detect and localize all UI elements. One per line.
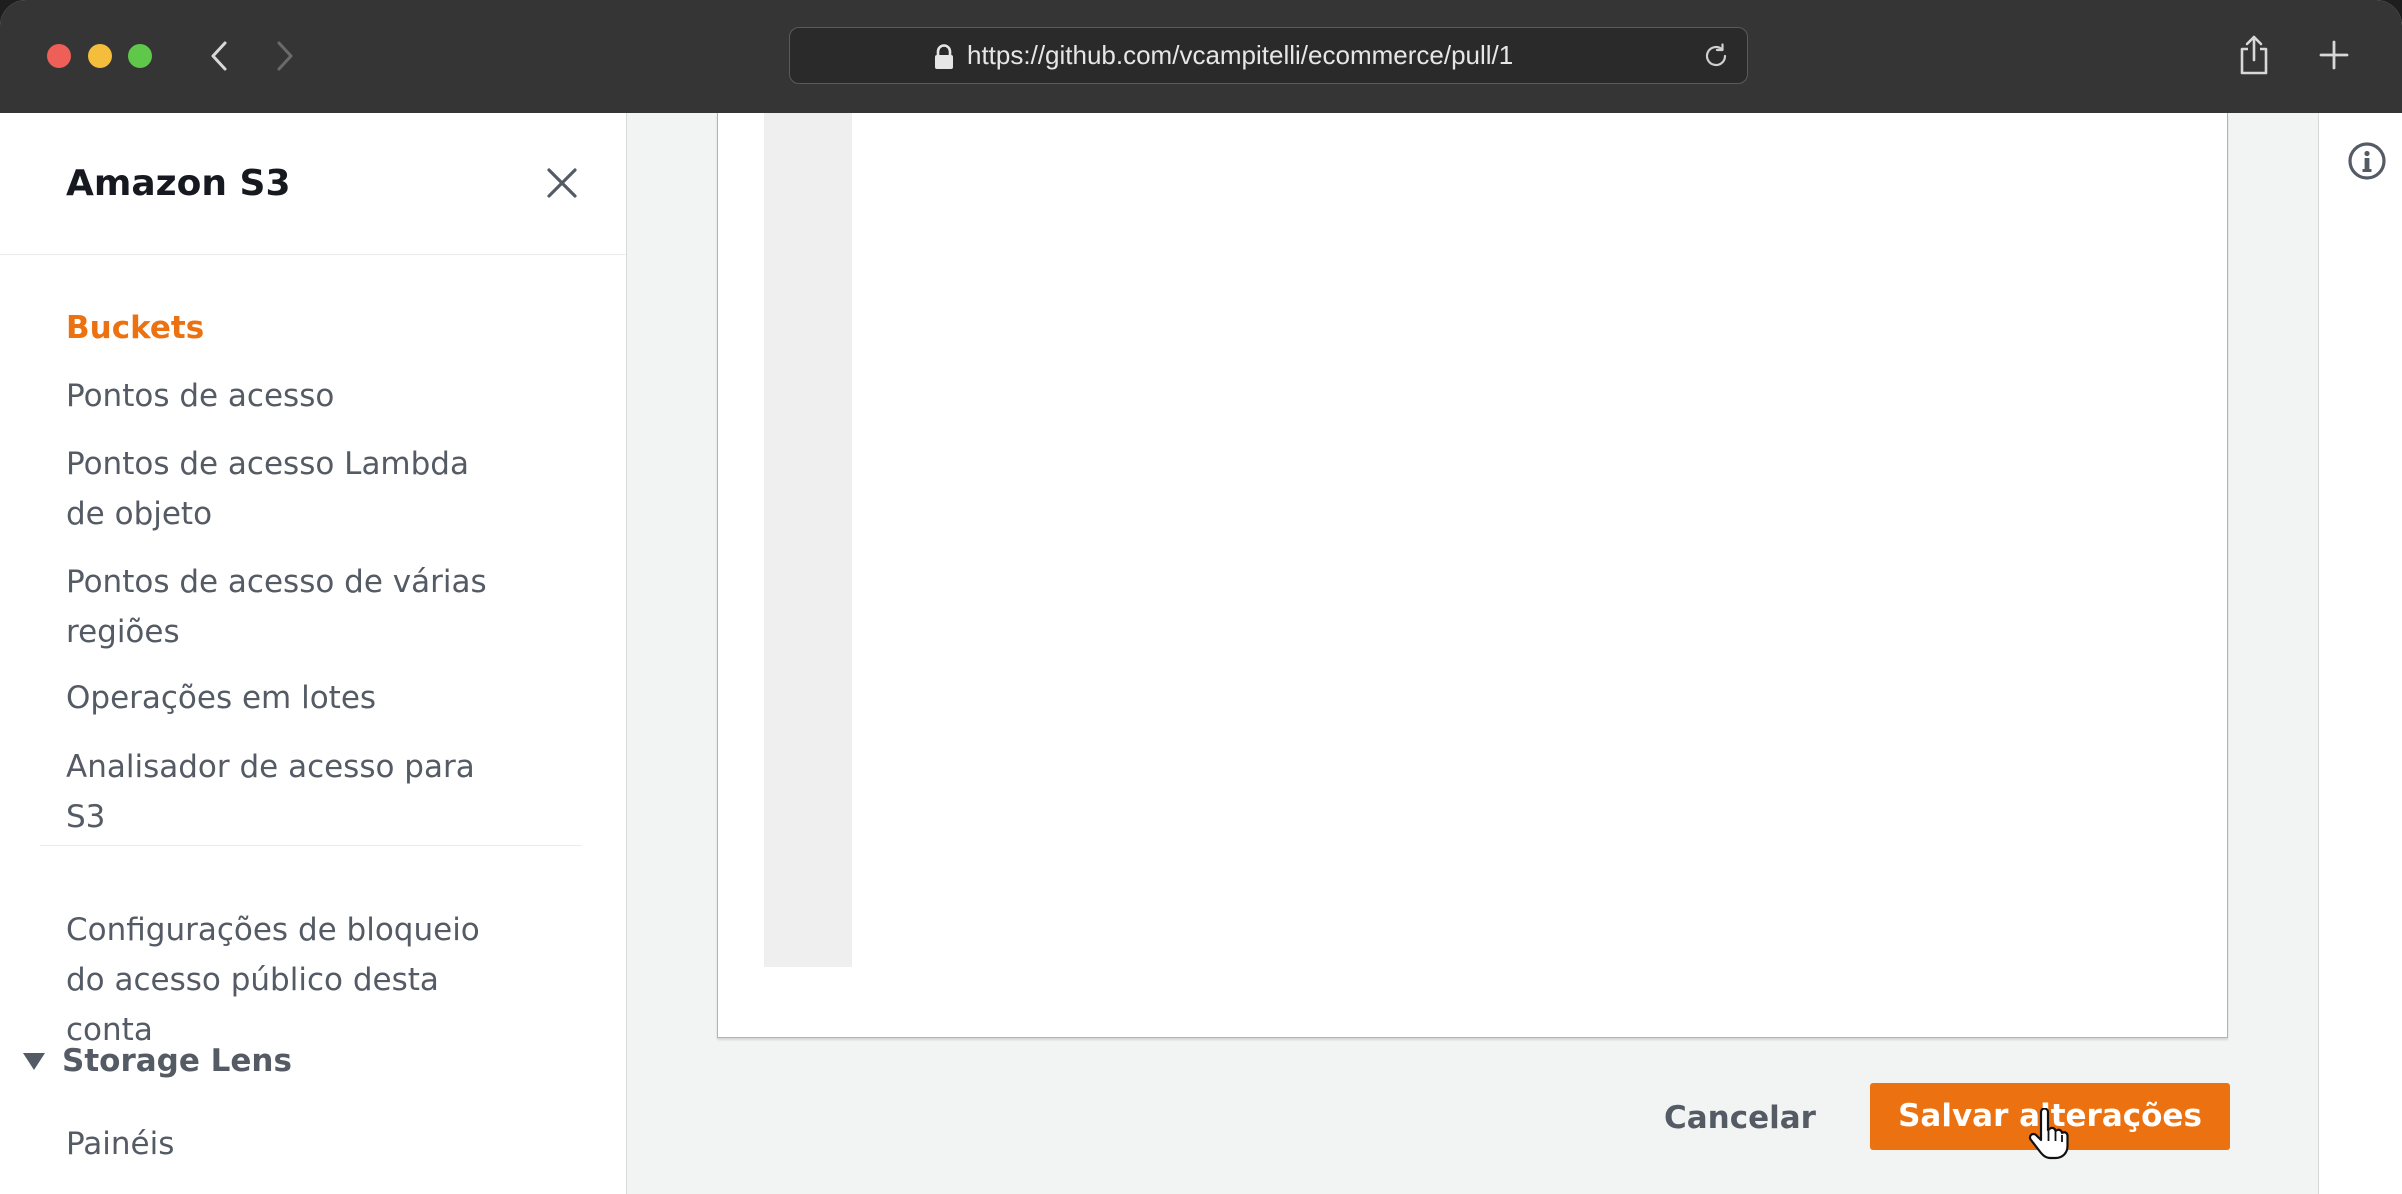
sidebar-header: Amazon S3: [0, 113, 626, 255]
caret-down-icon: [23, 1053, 45, 1070]
s3-sidebar: Amazon S3 Buckets Pontos de acesso Ponto…: [0, 113, 627, 1194]
browser-toolbar: https://github.com/vcampitelli/ecommerce…: [0, 0, 2402, 113]
chevron-right-icon[interactable]: [262, 34, 306, 78]
info-icon[interactable]: [2347, 141, 2387, 181]
sidebar-divider: [40, 845, 582, 846]
sidebar-item-access-analyzer[interactable]: Analisador de acesso para S3: [66, 742, 506, 842]
cancel-button[interactable]: Cancelar: [1640, 1085, 1840, 1149]
minimize-window-button[interactable]: [88, 44, 112, 68]
policy-editor[interactable]: [717, 113, 2228, 1038]
lock-icon: [935, 44, 953, 69]
sidebar-item-access-points[interactable]: Pontos de acesso: [66, 371, 506, 421]
sidebar-item-object-lambda-access-points[interactable]: Pontos de acesso Lambda de objeto: [66, 439, 506, 539]
main-content: Cancelar Salvar alterações: [627, 113, 2318, 1194]
sidebar-item-block-public-access[interactable]: Configurações de bloqueio do acesso públ…: [66, 905, 506, 1055]
sidebar-title: Amazon S3: [66, 163, 291, 204]
address-bar[interactable]: https://github.com/vcampitelli/ecommerce…: [789, 27, 1748, 84]
hand-cursor-icon: [2028, 1108, 2069, 1160]
share-icon[interactable]: [2236, 34, 2272, 76]
browser-window: https://github.com/vcampitelli/ecommerce…: [0, 0, 2402, 1194]
url-text: https://github.com/vcampitelli/ecommerce…: [967, 40, 1514, 70]
sidebar-section-storage-lens[interactable]: Storage Lens: [22, 1043, 292, 1079]
editor-line-gutter: [764, 113, 852, 967]
close-window-button[interactable]: [47, 44, 71, 68]
chevron-left-icon[interactable]: [198, 34, 242, 78]
sidebar-item-dashboards[interactable]: Painéis: [66, 1119, 506, 1169]
sidebar-item-batch-operations[interactable]: Operações em lotes: [66, 673, 506, 723]
help-rail: [2318, 113, 2402, 1194]
plus-icon[interactable]: [2317, 38, 2351, 72]
zoom-window-button[interactable]: [128, 44, 152, 68]
reload-icon[interactable]: [1701, 41, 1731, 71]
close-icon[interactable]: [544, 165, 580, 201]
sidebar-item-multi-region-access-points[interactable]: Pontos de acesso de várias regiões: [66, 557, 506, 657]
sidebar-item-buckets[interactable]: Buckets: [66, 303, 506, 353]
sidebar-section-label: Storage Lens: [62, 1043, 292, 1079]
